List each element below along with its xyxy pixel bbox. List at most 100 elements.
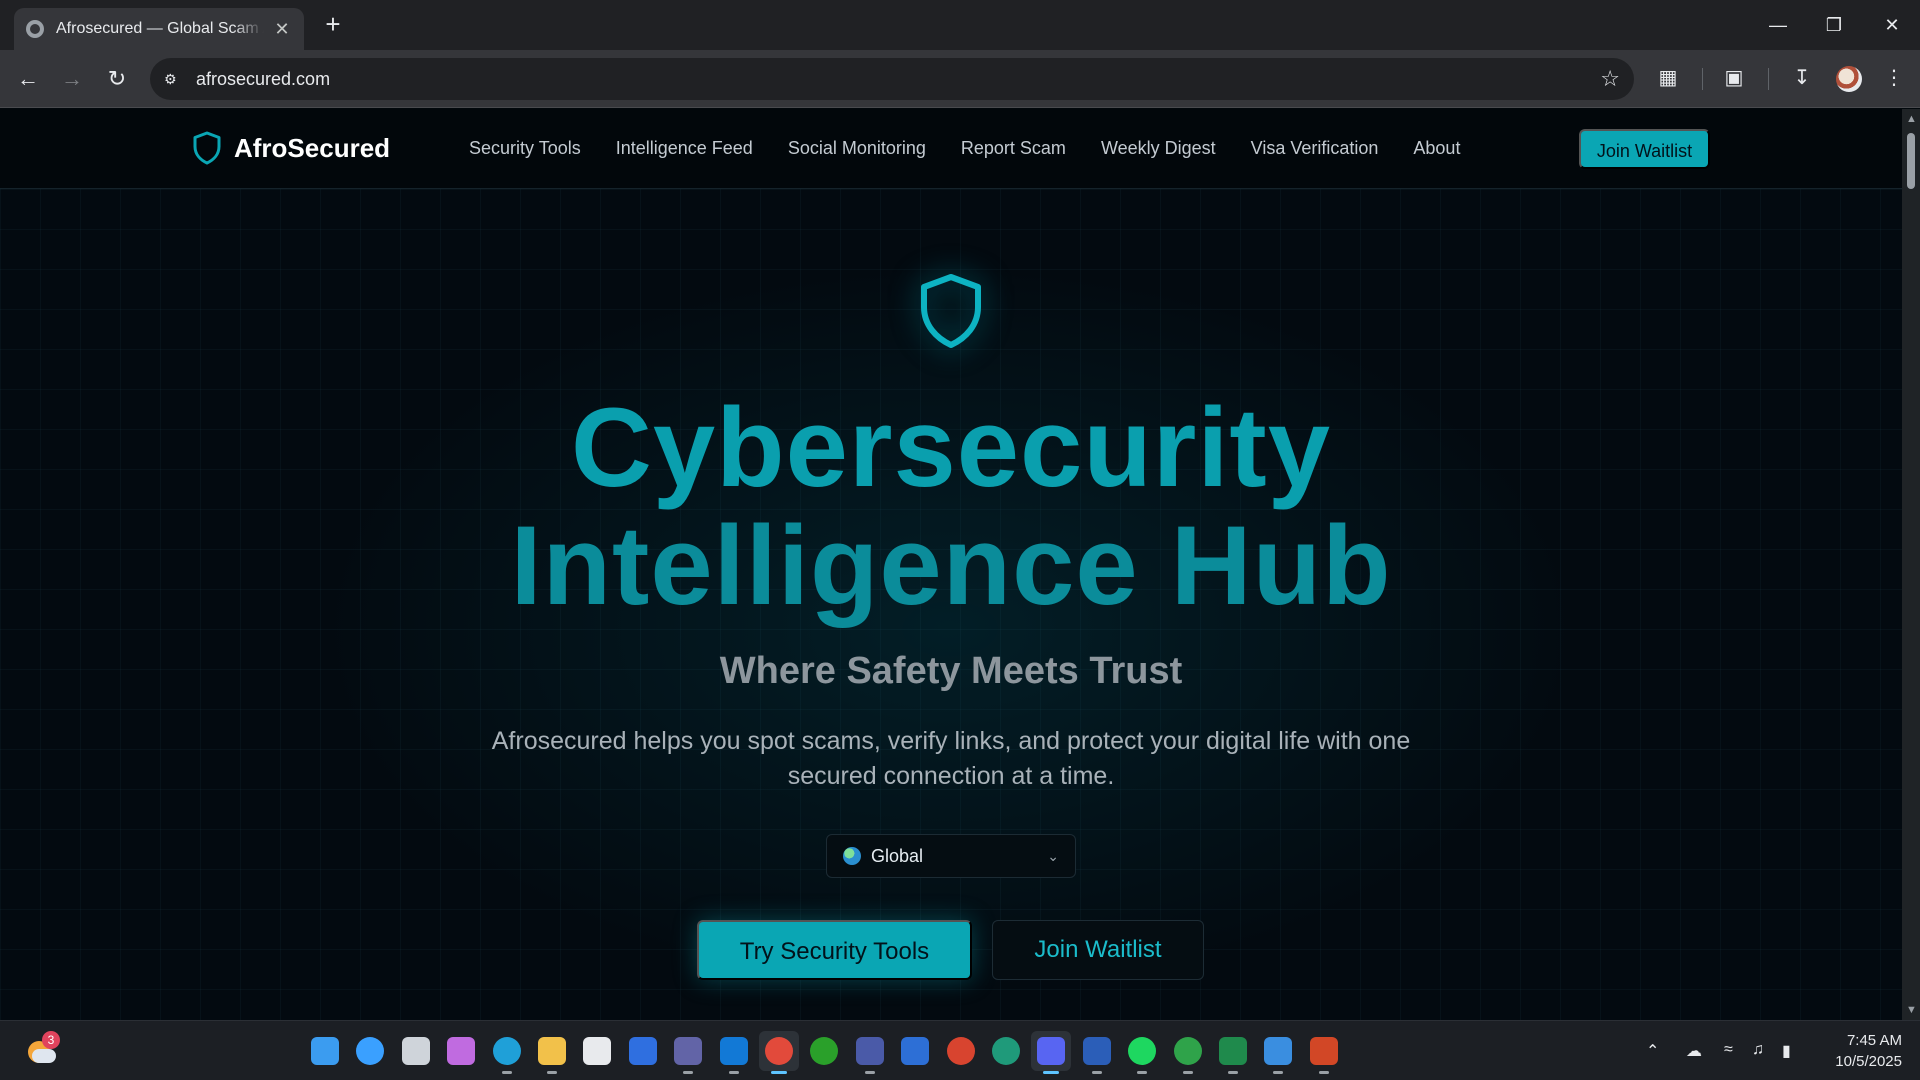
restore-icon[interactable]: ❐ xyxy=(1806,0,1862,50)
running-indicator xyxy=(1183,1071,1193,1074)
running-indicator xyxy=(1319,1071,1329,1074)
hero-tagline: Where Safety Meets Trust xyxy=(719,650,1183,692)
taskbar-powerpoint-icon[interactable] xyxy=(1304,1031,1344,1074)
back-arrow-icon[interactable]: ← xyxy=(12,63,44,95)
try-security-tools-button[interactable]: Try Security Tools xyxy=(697,920,972,980)
battery-icon[interactable]: ▮ xyxy=(1782,1041,1791,1061)
hero-shield-icon xyxy=(918,273,984,354)
taskbar-outlook-icon[interactable] xyxy=(714,1031,754,1074)
powerpoint-glyph xyxy=(1310,1037,1338,1065)
taskbar-copilot-icon[interactable] xyxy=(441,1031,481,1071)
excel-glyph xyxy=(1219,1037,1247,1065)
scroll-up-arrow-icon[interactable]: ▲ xyxy=(1906,113,1917,125)
taskbar-photos-icon[interactable] xyxy=(1258,1031,1298,1074)
taskbar-app-stripes-icon[interactable] xyxy=(850,1031,890,1074)
wifi-icon[interactable]: ≈ xyxy=(1724,1041,1733,1059)
minimize-icon[interactable]: — xyxy=(1750,0,1806,50)
address-bar[interactable]: ⚙ afrosecured.com ☆ xyxy=(150,58,1634,100)
taskbar-file-explorer-icon[interactable] xyxy=(532,1031,572,1074)
taskbar-xbox-icon[interactable] xyxy=(804,1031,844,1071)
taskbar-app-green-circle-icon[interactable] xyxy=(1168,1031,1208,1074)
site-info-icon[interactable]: ⚙ xyxy=(164,69,186,89)
shield-logo-icon xyxy=(193,131,221,165)
task-view-glyph xyxy=(402,1037,430,1065)
taskbar-app-blue-icon[interactable] xyxy=(623,1031,663,1071)
forward-arrow-icon[interactable]: → xyxy=(56,63,88,95)
xbox-glyph xyxy=(810,1037,838,1065)
hero-headline-line2: Intelligence Hub xyxy=(510,503,1392,628)
cast-search-icon[interactable]: ▣ xyxy=(1720,65,1748,90)
edge-glyph xyxy=(493,1037,521,1065)
scrollbar-thumb[interactable] xyxy=(1907,133,1915,189)
taskbar-chrome-icon[interactable] xyxy=(759,1031,799,1074)
running-indicator xyxy=(1137,1071,1147,1074)
nav-link-intelligence-feed[interactable]: Intelligence Feed xyxy=(616,138,753,159)
app-red-glyph xyxy=(947,1037,975,1065)
weather-widget[interactable]: 3 xyxy=(26,1031,60,1067)
page-scrollbar[interactable]: ▲ ▼ xyxy=(1902,109,1920,1020)
nav-link-social-monitoring[interactable]: Social Monitoring xyxy=(788,138,926,159)
onedrive-cloud-icon[interactable]: ☁ xyxy=(1686,1041,1702,1061)
extensions-icon[interactable]: ▦ xyxy=(1654,65,1682,90)
scroll-down-arrow-icon[interactable]: ▼ xyxy=(1906,1004,1917,1016)
site-logo[interactable]: AfroSecured xyxy=(192,131,390,165)
nav-join-waitlist-button[interactable]: Join Waitlist xyxy=(1579,129,1710,169)
photos-glyph xyxy=(1264,1037,1292,1065)
profile-avatar[interactable] xyxy=(1836,66,1862,92)
taskbar-app-green-ring-icon[interactable] xyxy=(986,1031,1026,1071)
nav-link-weekly-digest[interactable]: Weekly Digest xyxy=(1101,138,1216,159)
discord-glyph xyxy=(1037,1037,1065,1065)
taskbar-spotify-icon[interactable] xyxy=(1122,1031,1162,1074)
running-indicator xyxy=(771,1071,787,1074)
taskbar-app-arc-icon[interactable] xyxy=(895,1031,935,1071)
running-indicator xyxy=(729,1071,739,1074)
app-arc-glyph xyxy=(901,1037,929,1065)
taskbar-word-icon[interactable] xyxy=(1077,1031,1117,1074)
taskbar-teams-icon[interactable] xyxy=(668,1031,708,1074)
globe-icon xyxy=(843,847,861,865)
toolbar-divider xyxy=(1702,68,1703,90)
running-indicator xyxy=(865,1071,875,1074)
nav-link-about[interactable]: About xyxy=(1413,138,1460,159)
browser-menu-icon[interactable]: ⋮ xyxy=(1880,65,1908,90)
taskbar-discord-icon[interactable] xyxy=(1031,1031,1071,1074)
taskbar-edge-icon[interactable] xyxy=(487,1031,527,1074)
tray-overflow-chevron-icon[interactable]: ⌃ xyxy=(1646,1041,1659,1061)
taskbar-excel-icon[interactable] xyxy=(1213,1031,1253,1074)
site-nav-links: Security Tools Intelligence Feed Social … xyxy=(469,138,1460,159)
running-indicator xyxy=(1043,1071,1059,1074)
teams-glyph xyxy=(674,1037,702,1065)
nav-link-security-tools[interactable]: Security Tools xyxy=(469,138,581,159)
tab-close-icon[interactable]: ✕ xyxy=(272,19,292,40)
hero-description: Afrosecured helps you spot scams, verify… xyxy=(491,727,1411,790)
taskbar-store-icon[interactable] xyxy=(577,1031,617,1071)
notification-badge: 3 xyxy=(42,1031,60,1049)
site-navbar: AfroSecured Security Tools Intelligence … xyxy=(0,109,1902,189)
taskbar-task-view-icon[interactable] xyxy=(396,1031,436,1071)
clock-time: 7:45 AM xyxy=(1846,1032,1902,1049)
download-icon[interactable]: ↧ xyxy=(1788,65,1816,90)
volume-icon[interactable]: ♫ xyxy=(1752,1041,1764,1059)
store-glyph xyxy=(583,1037,611,1065)
taskbar-app-red-icon[interactable] xyxy=(941,1031,981,1071)
hero-join-waitlist-button[interactable]: Join Waitlist xyxy=(992,920,1204,980)
taskbar-start-icon[interactable] xyxy=(305,1031,345,1071)
system-clock[interactable]: 7:45 AM 10/5/2025 xyxy=(1822,1030,1902,1072)
start-glyph xyxy=(311,1037,339,1065)
taskbar-search-icon[interactable] xyxy=(350,1031,390,1071)
region-select[interactable]: Global ⌄ xyxy=(826,834,1076,878)
url-text[interactable]: afrosecured.com xyxy=(196,69,330,90)
spotify-glyph xyxy=(1128,1037,1156,1065)
reload-icon[interactable]: ↻ xyxy=(101,63,133,95)
tab-title: Afrosecured — Global Scam Awareness xyxy=(56,20,264,37)
nav-link-visa-verification[interactable]: Visa Verification xyxy=(1251,138,1379,159)
new-tab-button[interactable]: + xyxy=(318,10,348,40)
bookmark-star-icon[interactable]: ☆ xyxy=(1600,66,1620,92)
site-favicon-icon xyxy=(26,20,44,38)
hero-headline: Cybersecurity Intelligence Hub xyxy=(0,389,1902,625)
nav-link-report-scam[interactable]: Report Scam xyxy=(961,138,1066,159)
browser-tab-active[interactable]: Afrosecured — Global Scam Awareness ✕ xyxy=(14,8,304,50)
running-indicator xyxy=(1228,1071,1238,1074)
window-close-icon[interactable]: ✕ xyxy=(1864,0,1920,50)
region-select-value: Global xyxy=(871,845,924,866)
